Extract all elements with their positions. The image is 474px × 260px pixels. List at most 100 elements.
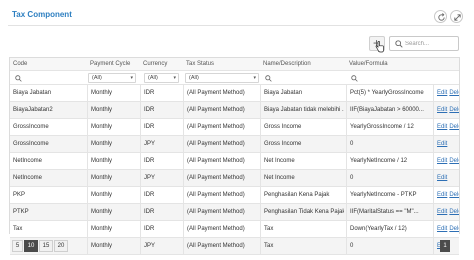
cell-name-description: Tax (260, 221, 344, 237)
row-actions: EditDelete (433, 85, 459, 101)
column-header-value-formula[interactable]: Value/Formula (346, 58, 430, 70)
cell-payment-cycle: Monthly (87, 119, 140, 135)
tax-status-filter[interactable]: (All) ▾ (185, 73, 259, 83)
cell-payment-cycle: Monthly (87, 102, 140, 118)
chevron-down-icon: ▾ (130, 75, 133, 81)
cell-tax-status: (All Payment Method) (183, 102, 259, 118)
refresh-button[interactable] (434, 10, 447, 23)
payment-cycle-filter-value: (All) (92, 75, 102, 81)
cell-currency: IDR (140, 187, 180, 203)
edit-link[interactable]: Edit (437, 141, 447, 147)
edit-link[interactable]: Edit (437, 124, 447, 130)
table-row[interactable]: GrossIncome Monthly IDR (All Payment Method… (10, 119, 459, 136)
edit-link[interactable]: Edit (437, 107, 447, 113)
tax-status-filter-value: (All) (189, 75, 199, 81)
filter-search-icon[interactable] (265, 75, 272, 82)
cell-name-description: Tax (260, 238, 344, 254)
cell-value-formula: IIF(BiayaJabatan > 60000... (346, 102, 430, 118)
table-row[interactable]: NetIncome Monthly IDR (All Payment Method) N… (10, 153, 459, 170)
expand-button[interactable] (450, 10, 463, 23)
table-row[interactable]: PTKP Monthly IDR (All Payment Method) Pengha… (10, 204, 459, 221)
delete-link[interactable]: Delete (449, 209, 459, 215)
filter-search-icon[interactable] (15, 75, 22, 82)
cell-payment-cycle: Monthly (87, 136, 140, 152)
tax-component-grid: Code Payment Cycle Currency Tax Status N… (9, 57, 460, 255)
row-actions: EditDelete (433, 221, 459, 237)
cell-payment-cycle: Monthly (87, 170, 140, 186)
column-header-tax-status[interactable]: Tax Status (183, 58, 259, 70)
cell-name-description: Biaya Jabatan tidak melebihi ... (260, 102, 344, 118)
delete-link[interactable]: Delete (449, 158, 459, 164)
cell-name-description: Biaya Jabatan (260, 85, 344, 101)
table-row[interactable]: Biaya Jabatan Monthly IDR (All Payment Meth… (10, 85, 459, 102)
cell-tax-status: (All Payment Method) (183, 170, 259, 186)
edit-link[interactable]: Edit (437, 226, 447, 232)
cell-code: PKP (13, 192, 26, 198)
search-icon (395, 40, 403, 48)
panel-title: Tax Component (12, 10, 72, 19)
page-size-15[interactable]: 15 (39, 240, 53, 252)
cell-currency: IDR (140, 221, 180, 237)
page-size-20[interactable]: 20 (54, 240, 68, 252)
table-row[interactable]: NetIncome Monthly JPY (All Payment Method) N… (10, 170, 459, 187)
hand-cursor-icon (375, 41, 384, 53)
cell-currency: IDR (140, 85, 180, 101)
cell-payment-cycle: Monthly (87, 238, 140, 254)
chevron-down-icon: ▾ (173, 75, 176, 81)
row-actions: Edit (433, 170, 459, 186)
cell-name-description: Penghasilan Kena Pajak (260, 187, 344, 203)
column-header-currency[interactable]: Currency (140, 58, 180, 70)
table-row[interactable]: Tax Monthly IDR (All Payment Method) Tax Down… (10, 221, 459, 238)
edit-link[interactable]: Edit (437, 175, 447, 181)
delete-link[interactable]: Delete (449, 107, 459, 113)
table-row[interactable]: PKP Monthly IDR (All Payment Method) Penghas… (10, 187, 459, 204)
column-header-name-description[interactable]: Name/Description (260, 58, 344, 70)
row-actions: EditDelete (433, 153, 459, 169)
page-button-1[interactable]: 1 (440, 240, 450, 252)
cell-currency: IDR (140, 153, 180, 169)
delete-link[interactable]: Delete (449, 226, 459, 232)
row-actions: EditDelete (433, 102, 459, 118)
payment-cycle-filter[interactable]: (All) ▾ (88, 73, 136, 83)
header-divider (8, 25, 460, 26)
column-header-payment-cycle[interactable]: Payment Cycle (87, 58, 140, 70)
cell-payment-cycle: Monthly (87, 153, 140, 169)
column-header-code[interactable]: Code (10, 58, 80, 70)
edit-link[interactable]: Edit (437, 209, 447, 215)
filter-search-icon[interactable] (351, 75, 358, 82)
delete-link[interactable]: Delete (449, 124, 459, 130)
table-row[interactable]: GrossIncome Monthly JPY (All Payment Method… (10, 136, 459, 153)
row-actions: EditDelete (433, 119, 459, 135)
currency-filter[interactable]: (All) ▾ (144, 73, 179, 83)
cell-payment-cycle: Monthly (87, 187, 140, 203)
page-size-5[interactable]: 5 (12, 240, 23, 252)
cell-currency: IDR (140, 204, 180, 220)
cell-code: PTKP (13, 209, 29, 215)
cell-code: BiayaJabatan2 (13, 107, 53, 113)
table-row[interactable]: TaxMonthlyJPY(All Payment Method)Tax0Edi… (10, 238, 459, 255)
cell-name-description: Gross Income (260, 119, 344, 135)
edit-link[interactable]: Edit (437, 158, 447, 164)
search-box[interactable] (389, 36, 459, 51)
grid-header-row: Code Payment Cycle Currency Tax Status N… (10, 58, 459, 71)
cell-tax-status: (All Payment Method) (183, 153, 259, 169)
page-size-10[interactable]: 10 (24, 240, 38, 252)
cell-value-formula: 0 (346, 170, 430, 186)
cell-currency: JPY (140, 238, 180, 254)
search-input[interactable] (405, 38, 457, 49)
cell-value-formula: Down(YearlyTax / 12) (346, 221, 430, 237)
edit-link[interactable]: Edit (437, 192, 447, 198)
currency-filter-value: (All) (148, 75, 158, 81)
cell-code: Tax (13, 226, 23, 232)
cell-name-description: Net Income (260, 153, 344, 169)
edit-link[interactable]: Edit (437, 90, 447, 96)
cell-currency: JPY (140, 136, 180, 152)
delete-link[interactable]: Delete (449, 192, 459, 198)
delete-link[interactable]: Delete (449, 90, 459, 96)
cell-code: GrossIncome (13, 124, 49, 130)
expand-icon (454, 14, 461, 21)
panel-header: Tax Component (0, 0, 474, 30)
cell-name-description: Gross Income (260, 136, 344, 152)
table-row[interactable]: BiayaJabatan2 Monthly IDR (All Payment Meth… (10, 102, 459, 119)
row-actions: Edit (433, 136, 459, 152)
